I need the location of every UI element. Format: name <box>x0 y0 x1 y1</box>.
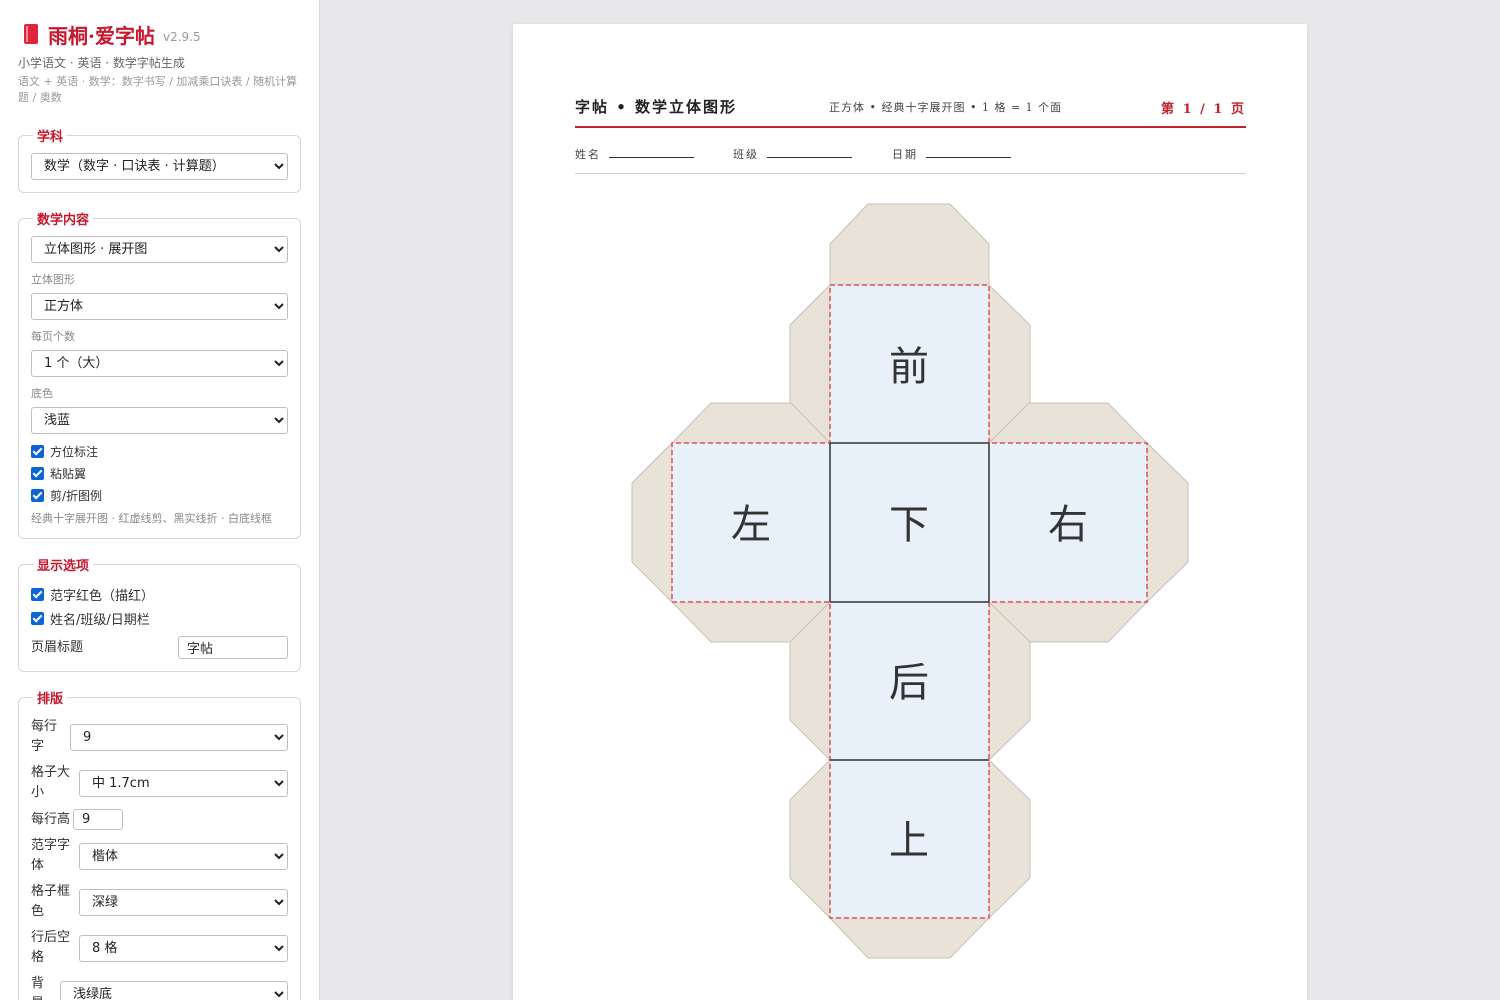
checkbox-checked-icon <box>31 611 44 625</box>
per-row-select[interactable]: 9 <box>70 723 288 751</box>
direction-checkbox[interactable]: 方位标注 <box>31 440 288 462</box>
font-label: 范字字体 <box>31 838 71 873</box>
app-subtitle: 小学语文 · 英语 · 数学字帖生成 <box>18 56 185 70</box>
background-label: 背景 <box>31 976 45 1000</box>
brand: 雨桐·爱字帖 v2.9.5 <box>18 18 301 50</box>
app-name: 雨桐·爱字帖 <box>48 23 155 48</box>
face-label-bottom: 下 <box>889 502 929 548</box>
settings-sidebar: 雨桐·爱字帖 v2.9.5 小学语文 · 英语 · 数学字帖生成 语文 + 英语… <box>0 0 320 1000</box>
shape-label: 立体图形 <box>31 273 75 286</box>
glue-tab <box>988 758 1031 920</box>
checkbox-checked-icon <box>31 466 44 480</box>
red-trace-checkbox[interactable]: 范字红色（描红） <box>31 582 288 606</box>
grid-color-label: 格子框色 <box>31 884 71 919</box>
face-label-left: 左 <box>731 502 771 548</box>
math-content-legend: 数学内容 <box>37 213 90 228</box>
book-icon <box>24 24 38 44</box>
bg-color-select[interactable]: 浅蓝 <box>31 407 288 434</box>
checkbox-checked-icon <box>31 587 44 601</box>
glue-tab <box>829 203 990 286</box>
per-row-label: 每行字 <box>31 719 58 754</box>
app-version: v2.9.5 <box>162 30 201 44</box>
display-legend: 显示选项 <box>37 559 90 574</box>
checkbox-checked-icon <box>31 488 44 502</box>
cube-net: 前 左 下 右 后 上 <box>631 203 1189 959</box>
grid-color-select[interactable]: 深绿 <box>79 888 288 916</box>
face-label-right: 右 <box>1048 502 1088 548</box>
grid-size-select[interactable]: 中 1.7cm <box>79 769 288 797</box>
cut-fold-legend-checkbox[interactable]: 剪/折图例 <box>31 484 288 506</box>
row-height-input[interactable] <box>73 809 124 830</box>
per-page-select[interactable]: 1 个（大） <box>31 350 288 377</box>
per-page-label: 每页个数 <box>31 330 75 343</box>
math-content-select[interactable]: 立体图形 · 展开图 <box>31 236 288 263</box>
face-label-top: 上 <box>889 818 929 864</box>
header-title-label: 页眉标题 <box>31 639 84 655</box>
font-select[interactable]: 楷体 <box>79 842 288 870</box>
display-section: 显示选项 范字红色（描红） 姓名/班级/日期栏 页眉标题 <box>18 555 301 672</box>
gap-select[interactable]: 8 格 <box>79 934 288 962</box>
gap-label: 行后空格 <box>31 930 71 965</box>
glue-tab <box>828 917 991 959</box>
glue-tab-checkbox[interactable]: 粘贴翼 <box>31 462 288 484</box>
subject-select[interactable]: 数学（数字 · 口诀表 · 计算题） <box>31 153 288 180</box>
glue-tab <box>1146 441 1189 604</box>
grid-size-label: 格子大小 <box>31 765 71 800</box>
shape-select[interactable]: 正方体 <box>31 293 288 320</box>
glue-tab <box>631 441 673 604</box>
glue-tab <box>789 758 831 920</box>
math-content-section: 数学内容 立体图形 · 展开图 立体图形 正方体 每页个数 1 个（大） 底色 … <box>18 209 301 539</box>
subject-legend: 学科 <box>37 130 64 145</box>
header-title-input[interactable] <box>178 636 288 659</box>
face-label-front: 前 <box>889 344 929 390</box>
checkbox-checked-icon <box>31 444 44 458</box>
layout-legend: 排版 <box>37 692 64 707</box>
net-hint: 经典十字展开图 · 红虚线剪、黑实线折 · 白底线框 <box>31 512 272 525</box>
name-class-date-checkbox[interactable]: 姓名/班级/日期栏 <box>31 606 288 630</box>
app-description: 语文 + 英语 · 数学：数字书写 / 加减乘口诀表 / 随机计算题 / 奥数 <box>18 75 298 104</box>
bg-color-label: 底色 <box>31 387 53 400</box>
subject-section: 学科 数学（数字 · 口诀表 · 计算题） <box>18 126 301 193</box>
background-select[interactable]: 浅绿底 <box>60 980 288 1000</box>
worksheet-page: 字帖 • 数学立体图形 正方体 • 经典十字展开图 • 1 格 = 1 个面 第… <box>513 24 1307 1000</box>
face-label-back: 后 <box>889 660 929 706</box>
row-height-label: 每行高 <box>31 811 71 827</box>
layout-section: 排版 每行字 9 格子大小 中 1.7cm 每行高 范字字体 楷体 格子框色 深… <box>18 688 301 1000</box>
